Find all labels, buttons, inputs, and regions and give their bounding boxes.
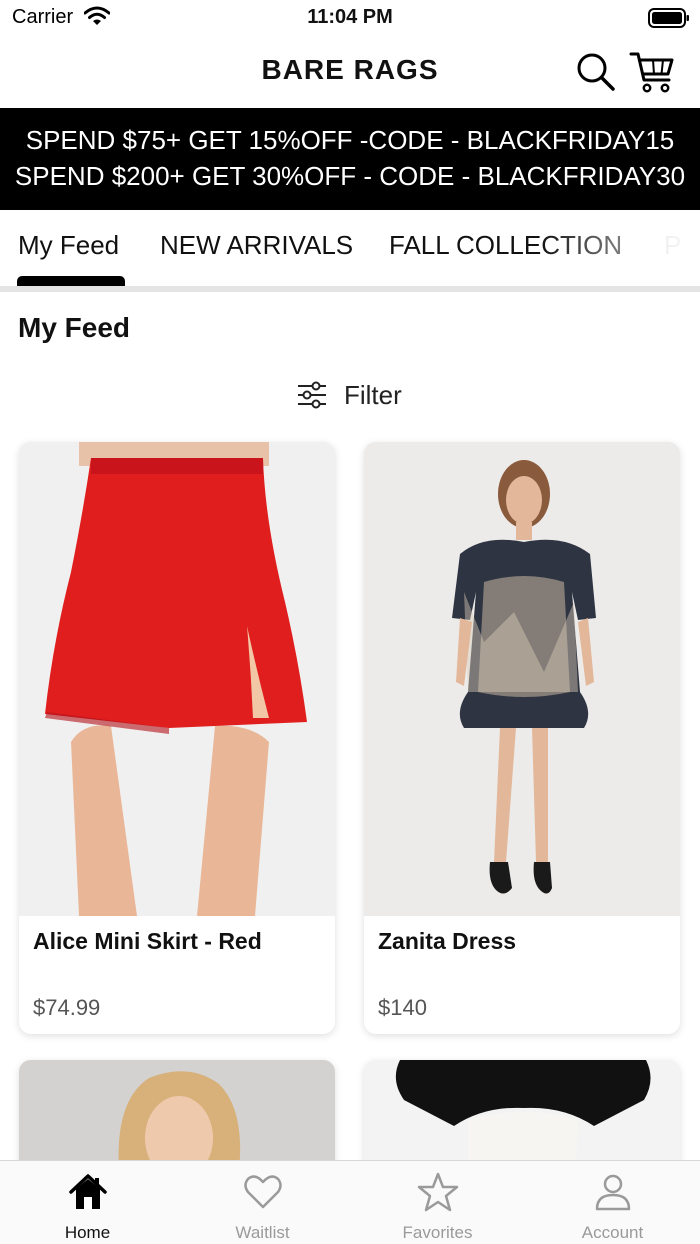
product-image[interactable] [364,442,680,916]
active-tab-indicator [17,276,125,286]
cart-icon[interactable] [628,48,676,96]
tab-label: Home [64,1223,111,1242]
battery-icon [648,8,689,28]
product-name: Alice Mini Skirt - Red [33,928,262,954]
product-card[interactable] [19,1060,335,1170]
clock: 11:04 PM [307,6,393,28]
product-image [364,1060,680,1170]
product-image [19,1060,335,1170]
search-icon[interactable] [574,50,618,94]
filter-label: Filter [344,379,402,410]
product-price: $140 [378,995,427,1020]
status-bar: Carrier 11:04 PM [0,0,700,36]
tab-label: Account [581,1223,644,1242]
dress-photo [364,442,680,916]
tab-account[interactable]: Account [525,1161,700,1244]
tab-favorites[interactable]: Favorites [350,1161,525,1244]
header: BARE RAGS [0,36,700,108]
tab-home[interactable]: Home [0,1161,175,1244]
product-card[interactable] [364,1060,680,1170]
tab-waitlist[interactable]: Waitlist [175,1161,350,1244]
tab-new-arrivals[interactable]: NEW ARRIVALS [160,230,353,261]
promo-line: SPEND $75+ GET 15%OFF -CODE - BLACKFRIDA… [25,125,675,155]
skirt-photo [19,442,335,916]
section-title: My Feed [18,312,131,343]
product-price: $74.99 [33,995,101,1020]
heart-icon [244,1175,282,1209]
product-image[interactable] [19,442,335,916]
product-card[interactable]: Zanita Dress $140 [364,442,680,1034]
product-card[interactable]: Alice Mini Skirt - Red $74.99 [19,442,335,1034]
filter-button[interactable]: Filter [296,378,402,412]
account-icon [595,1174,631,1211]
bottom-tab-bar: Home Waitlist Favorites Account [0,1160,700,1244]
tab-label: Waitlist [235,1223,290,1242]
sliders-icon [298,381,326,409]
product-name: Zanita Dress [378,928,517,954]
star-icon [417,1172,459,1212]
category-tabs: My Feed NEW ARRIVALS FALL COLLECTION P [0,210,700,286]
promo-banner[interactable]: SPEND $75+ GET 15%OFF -CODE - BLACKFRIDA… [0,108,700,210]
home-icon [69,1174,107,1209]
promo-line: SPEND $200+ GET 30%OFF - CODE - BLACKFRI… [14,161,686,191]
tabs-fade [540,210,700,286]
tab-my-feed[interactable]: My Feed [18,230,119,261]
tabs-divider [0,286,700,292]
tab-label: Favorites [402,1223,473,1242]
